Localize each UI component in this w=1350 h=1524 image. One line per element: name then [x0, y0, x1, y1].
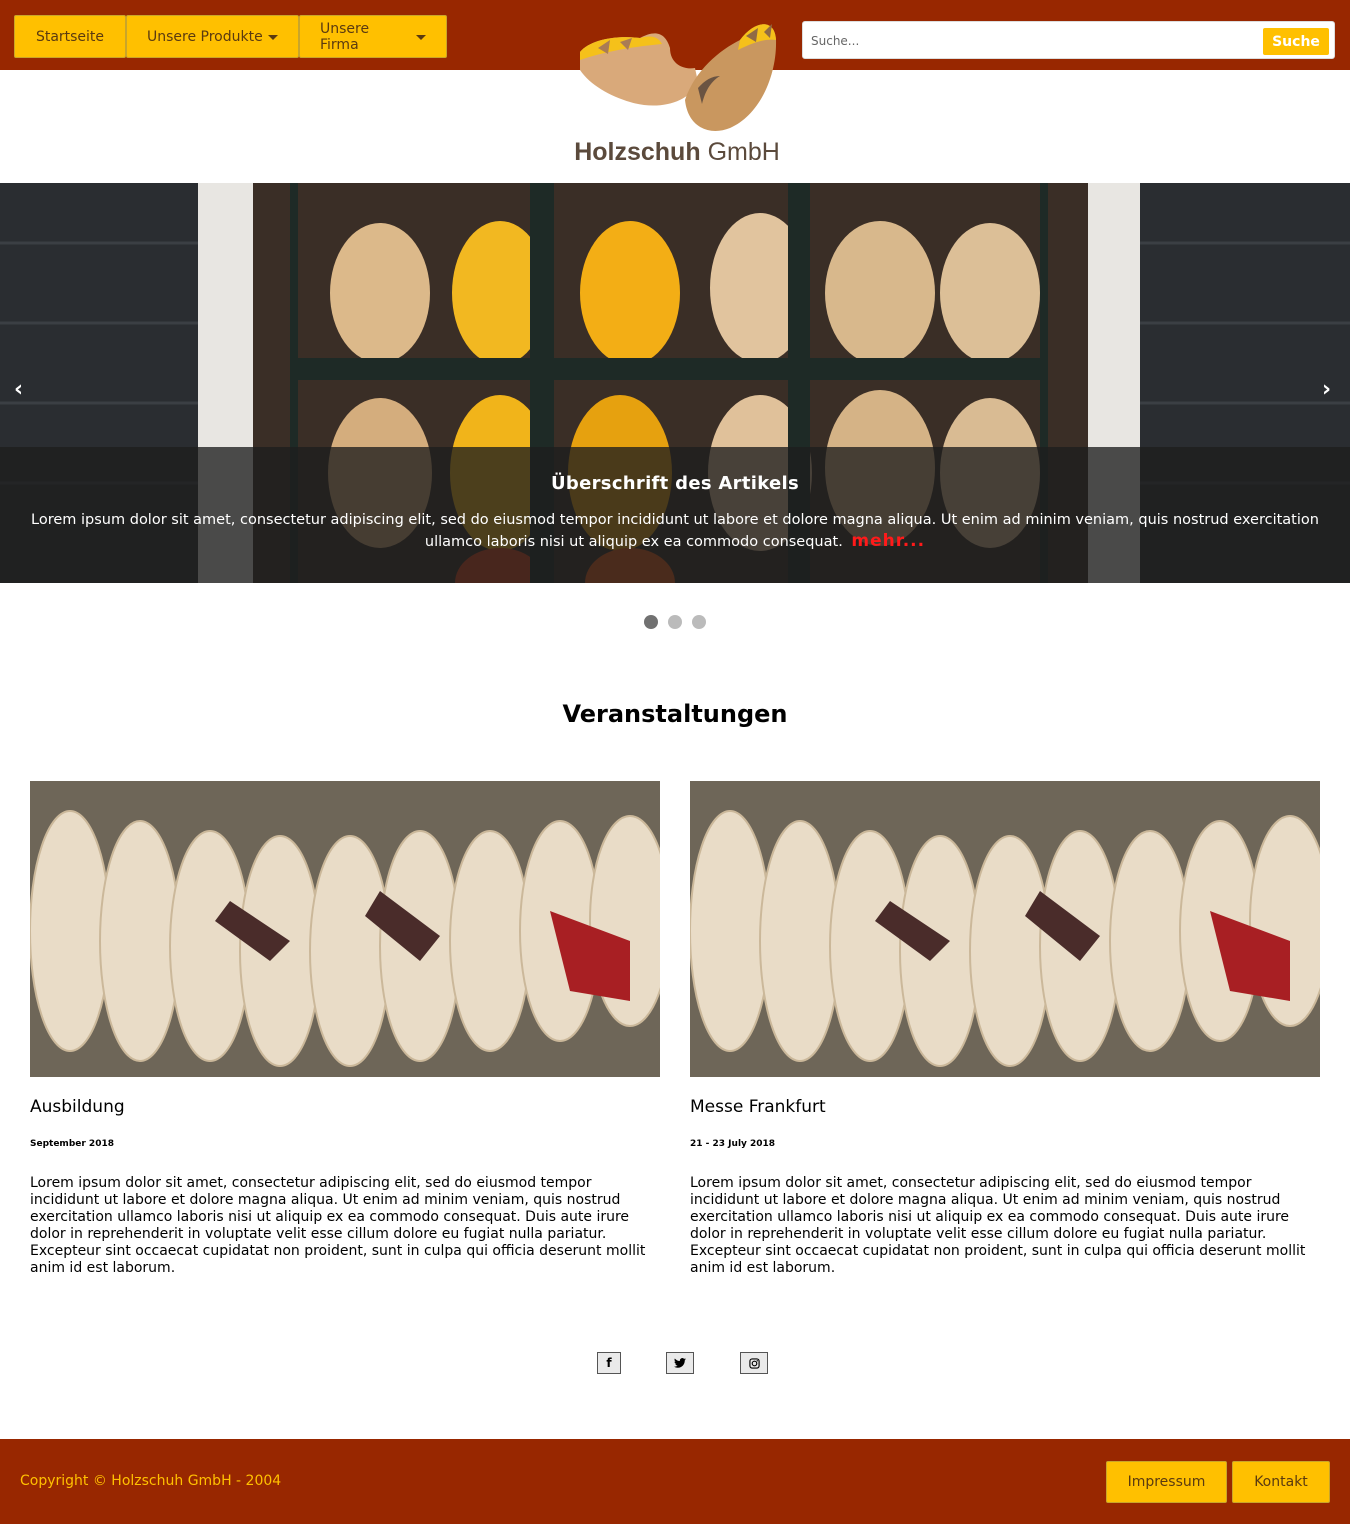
- event-card: Ausbildung September 2018 Lorem ipsum do…: [30, 781, 660, 1277]
- slide-caption: Überschrift des Artikels Lorem ipsum dol…: [0, 447, 1350, 583]
- nav-unsere-produkte-label: Unsere Produkte: [147, 28, 263, 45]
- instagram-icon: [740, 1352, 768, 1374]
- slide-more-link[interactable]: mehr...: [851, 531, 925, 551]
- search-input[interactable]: [811, 30, 1251, 52]
- slider-next-button[interactable]: ›: [1322, 377, 1331, 402]
- caret-down-icon: [267, 35, 278, 40]
- twitter-icon: [666, 1352, 694, 1374]
- event-image: [30, 781, 660, 1077]
- facebook-button[interactable]: f: [597, 1352, 621, 1374]
- footer: Copyright © Holzschuh GmbH - 2004 Impres…: [0, 1439, 1350, 1524]
- main-nav: Startseite Unsere Produkte Unsere Firma: [14, 15, 447, 58]
- slide-title: Überschrift des Artikels: [551, 473, 799, 494]
- search-box: Suche: [802, 21, 1335, 59]
- logo-text: Holzschuh GmbH: [574, 138, 780, 166]
- slider-dot-3[interactable]: [692, 615, 706, 629]
- event-date: 21 - 23 July 2018: [690, 1139, 776, 1149]
- copyright-text: Copyright © Holzschuh GmbH - 2004: [20, 1473, 282, 1489]
- event-text: Lorem ipsum dolor sit amet, consectetur …: [690, 1175, 1306, 1276]
- event-title: Messe Frankfurt: [690, 1097, 826, 1117]
- twitter-button[interactable]: [666, 1352, 694, 1374]
- nav-startseite-label: Startseite: [35, 28, 105, 45]
- kontakt-button[interactable]: Kontakt: [1232, 1461, 1330, 1503]
- nav-unsere-firma-label: Unsere Firma: [320, 20, 370, 53]
- slider-dot-1[interactable]: [644, 615, 658, 629]
- slider-dots: [644, 615, 706, 629]
- instagram-button[interactable]: [740, 1352, 768, 1374]
- nav-startseite[interactable]: Startseite: [14, 15, 126, 58]
- clog-logo-icon: [580, 24, 777, 131]
- search-button[interactable]: Suche: [1263, 28, 1329, 55]
- slider-prev-button[interactable]: ‹: [14, 377, 23, 402]
- logo[interactable]: Holzschuh GmbH: [570, 10, 784, 170]
- caret-down-icon: [416, 35, 426, 40]
- impressum-button[interactable]: Impressum: [1106, 1461, 1227, 1503]
- event-image: [690, 781, 1320, 1077]
- nav-unsere-produkte[interactable]: Unsere Produkte: [126, 15, 299, 58]
- events-title: Veranstaltungen: [562, 700, 788, 728]
- event-date: September 2018: [30, 1139, 114, 1149]
- slide-text: Lorem ipsum dolor sit amet, consectetur …: [31, 512, 1319, 551]
- event-card: Messe Frankfurt 21 - 23 July 2018 Lorem …: [690, 781, 1320, 1277]
- event-title: Ausbildung: [30, 1097, 125, 1117]
- nav-unsere-firma[interactable]: Unsere Firma: [299, 15, 447, 58]
- event-text: Lorem ipsum dolor sit amet, consectetur …: [30, 1175, 646, 1276]
- slider-dot-2[interactable]: [668, 615, 682, 629]
- facebook-icon: f: [597, 1352, 621, 1374]
